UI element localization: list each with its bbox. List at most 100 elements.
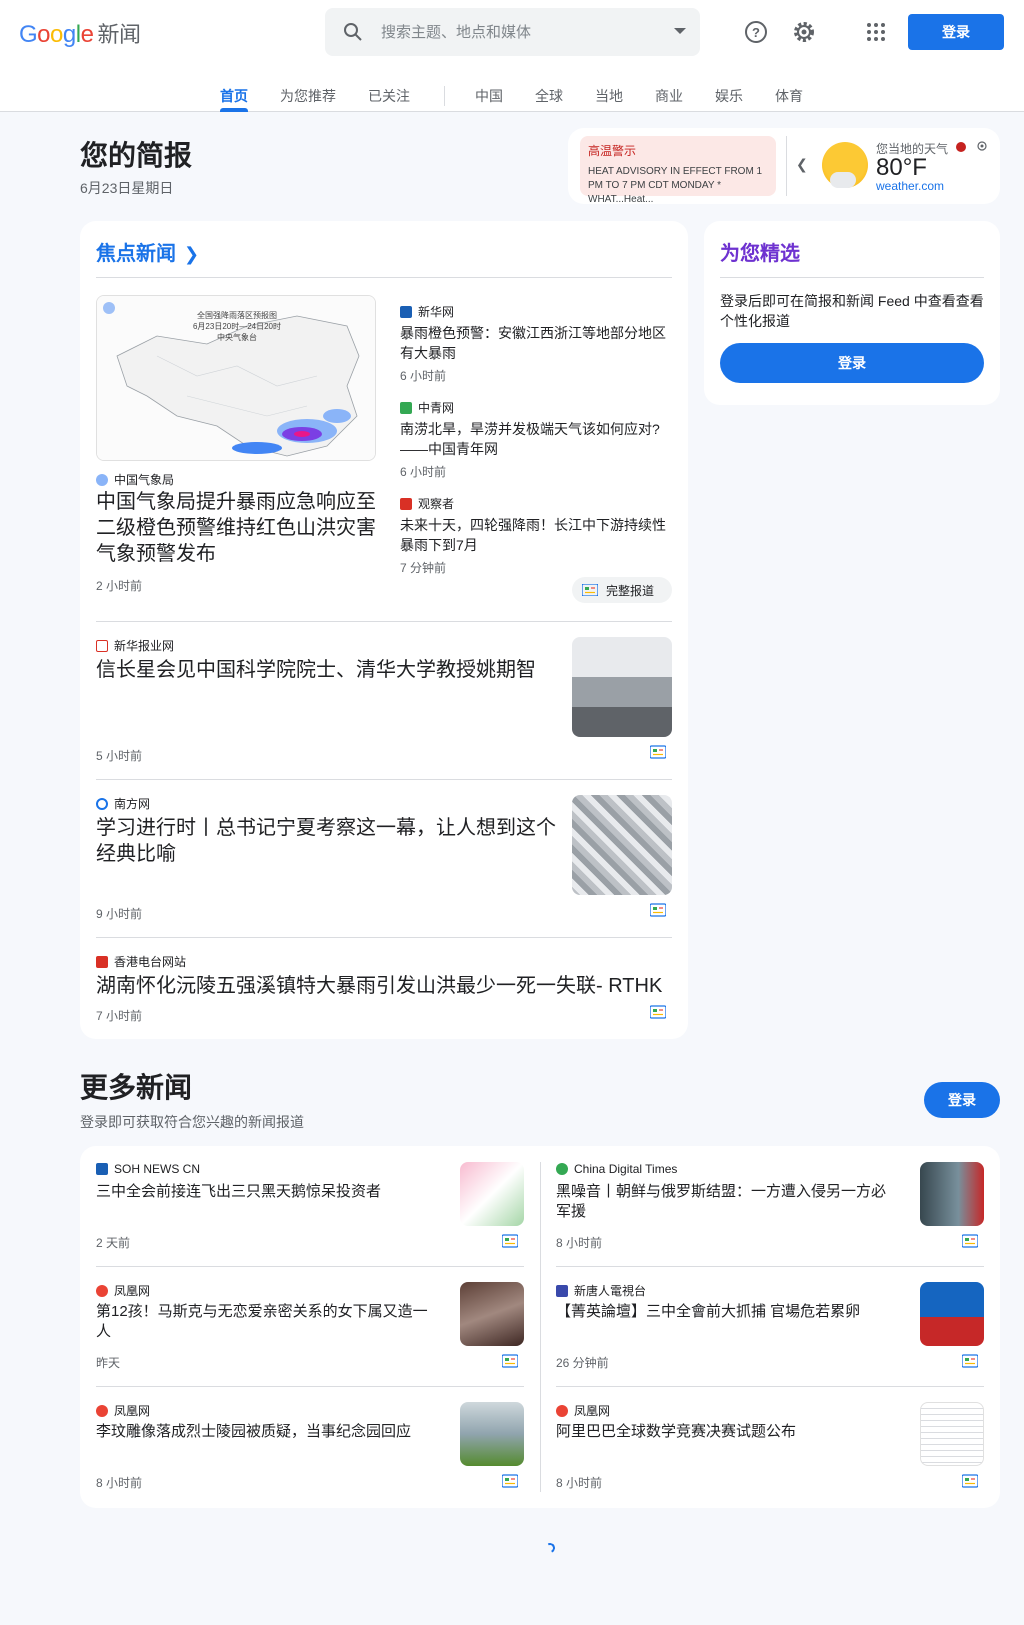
story-time: 7 小时前 — [96, 1009, 143, 1023]
section-nav: 首页 为您推荐 已关注 中国 全球 当地 商业 娱乐 体育 — [0, 78, 1024, 112]
full-coverage-icon[interactable] — [650, 903, 666, 917]
full-coverage-icon[interactable] — [502, 1354, 518, 1368]
for-you-heading[interactable]: 为您精选 — [720, 237, 800, 266]
help-icon[interactable]: ? — [742, 18, 770, 46]
top-bar: Google新闻 ? 登录 首页 为您推荐 已关注 中国 全球 当地 商业 娱乐… — [0, 0, 1024, 112]
warning-icon — [956, 142, 966, 152]
locate-icon[interactable] — [976, 140, 988, 152]
story-time: 5 小时前 — [96, 749, 143, 763]
publisher-logo-icon — [96, 797, 108, 810]
publisher-logo-icon — [400, 305, 412, 318]
story-time: 9 小时前 — [96, 907, 143, 921]
divider — [96, 779, 672, 780]
tab-entertainment[interactable]: 娱乐 — [715, 86, 743, 106]
nav-divider — [444, 86, 445, 106]
full-coverage-icon[interactable] — [650, 745, 666, 759]
story-source[interactable]: 南方网 — [96, 795, 150, 812]
full-coverage-icon[interactable] — [962, 1234, 978, 1248]
publisher-name: 观察者 — [418, 497, 455, 511]
story-time: 6 小时前 — [400, 369, 447, 383]
tab-world[interactable]: 全球 — [535, 86, 563, 106]
lead-story-image[interactable]: 全国强降雨落区预报图 6月23日20时—24日20时 中央气象台 — [96, 295, 376, 461]
divider — [96, 1266, 524, 1267]
search-input[interactable] — [381, 20, 651, 44]
story-title[interactable]: 南涝北旱，旱涝并发极端天气该如何应对?——中国青年网 — [400, 419, 672, 459]
settings-icon[interactable] — [790, 18, 818, 46]
tab-home[interactable]: 首页 — [220, 86, 248, 106]
apps-icon[interactable] — [862, 18, 890, 46]
google-news-logo[interactable]: Google 新闻 — [19, 17, 141, 49]
story-title[interactable]: 【菁英論壇】三中全會前大抓捕 官場危若累卵 — [556, 1302, 896, 1322]
full-coverage-icon[interactable] — [502, 1474, 518, 1488]
story-time: 昨天 — [96, 1356, 121, 1370]
weather-source-link[interactable]: weather.com — [876, 179, 944, 193]
lead-story-title[interactable]: 中国气象局提升暴雨应急响应至二级橙色预警维持红色山洪灾害气象预警发布 — [96, 489, 381, 567]
story-source[interactable]: SOH NEWS CN — [96, 1162, 200, 1176]
tab-following[interactable]: 已关注 — [368, 86, 410, 106]
search-icon[interactable] — [341, 20, 365, 44]
divider — [96, 277, 672, 278]
story-source[interactable]: 新唐人電視台 — [556, 1282, 646, 1299]
logo-letter: e — [80, 21, 94, 48]
weather-alert[interactable]: 高温警示 HEAT ADVISORY IN EFFECT FROM 1 PM T… — [580, 136, 776, 205]
story-title[interactable]: 第12孩！马斯克与无恋爱亲密关系的女下属又造一人 — [96, 1302, 436, 1342]
publisher-logo-icon — [400, 401, 412, 414]
story-title[interactable]: 李玟雕像落成烈士陵园被质疑，当事纪念园回应 — [96, 1422, 446, 1442]
publisher-logo-icon — [96, 1284, 108, 1297]
story-title[interactable]: 黑噪音丨朝鲜与俄罗斯结盟：一方遭入侵另一方必军援 — [556, 1182, 896, 1222]
top-stories-heading[interactable]: 焦点新闻 ❯ — [96, 237, 199, 266]
publisher-name: China Digital Times — [574, 1162, 678, 1176]
story-thumbnail[interactable] — [460, 1162, 524, 1226]
story-source[interactable]: 中青网 — [400, 399, 454, 416]
full-coverage-button[interactable]: 完整报道 — [572, 577, 672, 603]
story-time: 26 分钟前 — [556, 1356, 609, 1370]
tab-china[interactable]: 中国 — [475, 86, 503, 106]
story-thumbnail[interactable] — [460, 1402, 524, 1466]
story-source[interactable]: 新华报业网 — [96, 637, 174, 654]
story-thumbnail[interactable] — [460, 1282, 524, 1346]
story-source[interactable]: China Digital Times — [556, 1162, 677, 1176]
story-source[interactable]: 中国气象局 — [96, 471, 174, 488]
sign-in-button[interactable]: 登录 — [908, 14, 1004, 50]
tab-sports[interactable]: 体育 — [775, 86, 803, 106]
story-title[interactable]: 暴雨橙色预警：安徽江西浙江等地部分地区有大暴雨 — [400, 323, 672, 363]
search-options-dropdown-icon[interactable] — [674, 28, 686, 34]
full-coverage-icon[interactable] — [962, 1354, 978, 1368]
full-coverage-label: 完整报道 — [606, 583, 655, 598]
story-time: 8 小时前 — [556, 1236, 603, 1250]
full-coverage-icon[interactable] — [650, 1005, 666, 1019]
tab-for-you[interactable]: 为您推荐 — [280, 86, 336, 106]
publisher-name: 新华报业网 — [114, 639, 175, 653]
for-you-sign-in-button[interactable]: 登录 — [720, 343, 984, 383]
story-source[interactable]: 观察者 — [400, 495, 454, 512]
story-source[interactable]: 凤凰网 — [96, 1402, 150, 1419]
story-title[interactable]: 湖南怀化沅陵五强溪镇特大暴雨引发山洪最少一死一失联- RTHK — [96, 973, 672, 999]
story-thumbnail[interactable] — [572, 795, 672, 895]
story-thumbnail[interactable] — [920, 1162, 984, 1226]
full-coverage-icon[interactable] — [502, 1234, 518, 1248]
logo-letter: G — [19, 21, 38, 48]
weather-widget[interactable]: 高温警示 HEAT ADVISORY IN EFFECT FROM 1 PM T… — [568, 128, 1000, 205]
tab-business[interactable]: 商业 — [655, 86, 683, 106]
story-source[interactable]: 凤凰网 — [96, 1282, 150, 1299]
full-coverage-icon[interactable] — [962, 1474, 978, 1488]
story-thumbnail[interactable] — [920, 1402, 984, 1466]
story-thumbnail[interactable] — [920, 1282, 984, 1346]
story-title[interactable]: 学习进行时丨总书记宁夏考察这一幕，让人想到这个经典比喻 — [96, 815, 556, 867]
more-news-sign-in-button[interactable]: 登录 — [924, 1082, 1000, 1118]
story-title[interactable]: 信长星会见中国科学院院士、清华大学教授姚期智 — [96, 657, 536, 683]
story-thumbnail[interactable] — [572, 637, 672, 737]
story-source[interactable]: 凤凰网 — [556, 1402, 610, 1419]
story-title[interactable]: 三中全会前接连飞出三只黑天鹅惊呆投资者 — [96, 1182, 436, 1202]
chevron-left-icon[interactable]: ❮ — [796, 156, 808, 173]
publisher-logo-icon — [96, 955, 108, 968]
story-title[interactable]: 阿里巴巴全球数学竞赛决赛试题公布 — [556, 1422, 896, 1442]
loading-spinner-icon — [543, 1541, 557, 1555]
search-box[interactable] — [325, 8, 700, 56]
story-source[interactable]: 香港电台网站 — [96, 953, 186, 970]
cloud-icon — [830, 172, 856, 188]
tab-local[interactable]: 当地 — [595, 86, 623, 106]
story-title[interactable]: 未来十天，四轮强降雨！长江中下游持续性暴雨下到7月 — [400, 515, 672, 555]
story-source[interactable]: 新华网 — [400, 303, 454, 320]
story-time: 8 小时前 — [96, 1476, 143, 1490]
